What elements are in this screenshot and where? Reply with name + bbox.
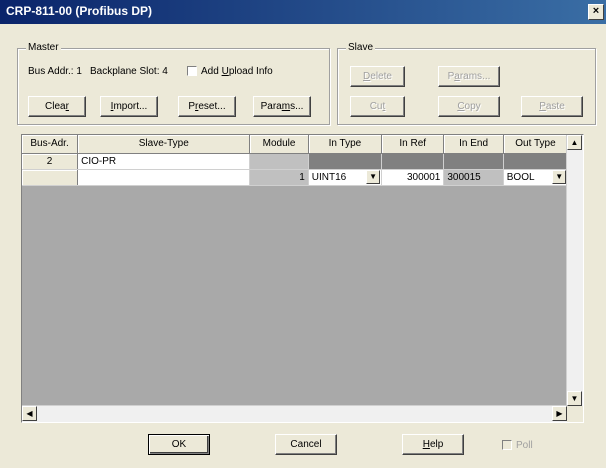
cell-in-type — [308, 153, 383, 170]
cell-in-ref — [381, 153, 445, 170]
clear-button[interactable]: Clear — [28, 96, 86, 117]
slave-group: Slave Delete Params... Cut Copy Paste — [337, 42, 596, 125]
cell-slave-type[interactable]: CIO-PR — [77, 153, 251, 170]
vertical-scrollbar[interactable]: ▲ ▼ — [566, 135, 583, 406]
help-button[interactable]: Help — [402, 434, 464, 455]
scroll-right-icon[interactable]: ▶ — [552, 406, 567, 421]
import-button[interactable]: Import... — [100, 96, 158, 117]
out-type-combo[interactable]: BOOL ▼ — [506, 170, 567, 184]
master-group: Master Bus Addr.: 1 Backplane Slot: 4 Ad… — [17, 42, 330, 125]
header-in-end[interactable]: In End — [443, 135, 504, 154]
scrollbar-corner — [567, 406, 583, 422]
scroll-left-icon[interactable]: ◀ — [22, 406, 37, 421]
backplane-slot-label: Backplane Slot: 4 — [90, 66, 168, 77]
grid-header-row: Bus-Adr. Slave-Type Module In Type In Re… — [22, 135, 583, 154]
chevron-down-icon[interactable]: ▼ — [552, 170, 567, 184]
cell-module[interactable] — [249, 153, 309, 170]
window-title: CRP-811-00 (Profibus DP) — [6, 4, 153, 18]
header-slave-type[interactable]: Slave-Type — [77, 135, 251, 154]
scroll-down-icon[interactable]: ▼ — [567, 391, 582, 406]
slave-paste-button[interactable]: Paste — [521, 96, 583, 117]
header-module[interactable]: Module — [249, 135, 309, 154]
slave-copy-button[interactable]: Copy — [438, 96, 500, 117]
cell-slave-type[interactable] — [77, 169, 251, 186]
slave-delete-button[interactable]: Delete — [350, 66, 405, 87]
table-row[interactable]: 1 UINT16 ▼ 300001 300015 BOOL ▼ — [22, 169, 583, 186]
cell-out-type[interactable]: BOOL ▼ — [503, 169, 569, 186]
close-button[interactable]: × — [588, 4, 604, 20]
cell-bus-adr[interactable] — [22, 169, 79, 186]
scroll-up-icon[interactable]: ▲ — [567, 135, 582, 150]
ok-button[interactable]: OK — [148, 434, 210, 455]
master-params-button[interactable]: Params... — [253, 96, 311, 117]
in-type-combo[interactable]: UINT16 ▼ — [311, 170, 381, 184]
slave-params-button[interactable]: Params... — [438, 66, 500, 87]
in-type-value: UINT16 — [311, 171, 347, 183]
master-legend: Master — [26, 42, 61, 53]
out-type-value: BOOL — [506, 171, 535, 183]
poll-checkbox[interactable] — [502, 440, 512, 450]
cell-module[interactable]: 1 — [249, 169, 309, 186]
title-bar: CRP-811-00 (Profibus DP) × — [0, 0, 606, 24]
slave-cut-button[interactable]: Cut — [350, 96, 405, 117]
grid-table: Bus-Adr. Slave-Type Module In Type In Re… — [22, 135, 583, 186]
chevron-down-icon[interactable]: ▼ — [366, 170, 381, 184]
cell-in-type[interactable]: UINT16 ▼ — [308, 169, 383, 186]
cell-out-type — [503, 153, 569, 170]
header-out-type[interactable]: Out Type — [503, 135, 569, 154]
cell-in-ref[interactable]: 300001 — [381, 169, 445, 186]
add-upload-info-label: Add Upload Info — [201, 66, 273, 77]
slave-legend: Slave — [346, 42, 376, 53]
add-upload-info-checkbox[interactable] — [187, 66, 197, 76]
cancel-button[interactable]: Cancel — [275, 434, 337, 455]
table-row[interactable]: 2 CIO-PR — [22, 153, 583, 170]
header-bus-adr[interactable]: Bus-Adr. — [22, 135, 79, 154]
header-in-ref[interactable]: In Ref — [381, 135, 445, 154]
poll-label: Poll — [516, 440, 533, 451]
cell-in-end — [443, 153, 504, 170]
header-in-type[interactable]: In Type — [308, 135, 383, 154]
bus-addr-label: Bus Addr.: 1 — [28, 66, 82, 77]
horizontal-scrollbar[interactable]: ◀ ▶ — [22, 405, 567, 422]
cell-in-end: 300015 — [443, 169, 504, 186]
preset-button[interactable]: Preset... — [178, 96, 236, 117]
cell-bus-adr[interactable]: 2 — [22, 153, 79, 170]
slave-grid[interactable]: Bus-Adr. Slave-Type Module In Type In Re… — [21, 134, 584, 423]
